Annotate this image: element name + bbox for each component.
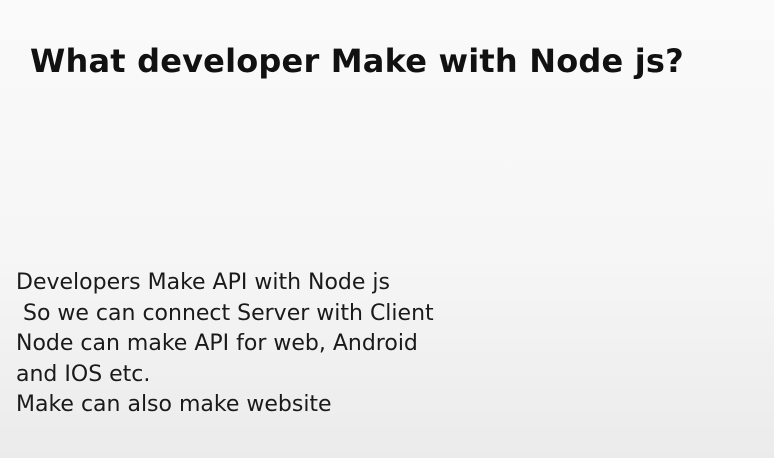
slide-line: Node can make API for web, Android [16, 331, 418, 356]
slide-line: Developers Make API with Node js [16, 270, 390, 295]
slide-line: and IOS etc. [16, 361, 151, 387]
slide-line: So we can connect Server with Client [16, 300, 434, 326]
slide-title: What developer Make with Node js? [30, 42, 684, 80]
slide-line: Make can also make website [16, 392, 332, 417]
presentation-slide: What developer Make with Node js? Develo… [0, 0, 774, 458]
slide-body: Developers Make API with Node js So we c… [16, 268, 434, 421]
